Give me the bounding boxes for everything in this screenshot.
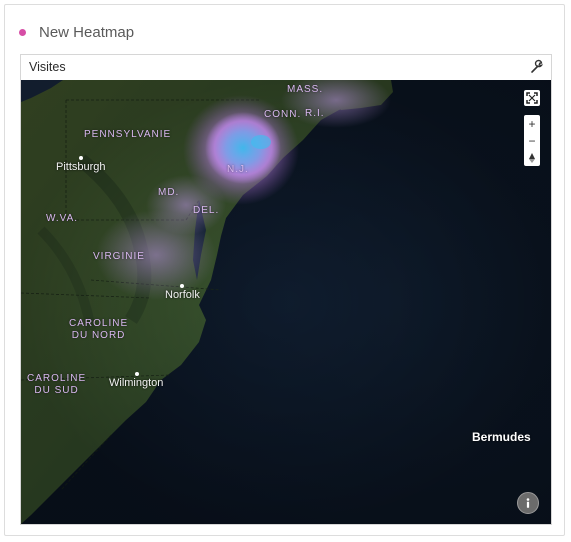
state-label-line: DU SUD	[34, 385, 79, 396]
wrench-icon[interactable]	[529, 59, 545, 75]
metric-label: Visites	[29, 60, 66, 74]
state-label-ri: R.I.	[305, 108, 325, 119]
city-marker	[135, 372, 139, 376]
map-panel: Visites MASS. CONN. R.I. PENNSYLVANIE N.…	[20, 54, 552, 525]
state-label-pennsylvanie: PENNSYLVANIE	[84, 129, 172, 140]
island-label-bermudes: Bermudes	[472, 430, 531, 444]
status-dot	[19, 28, 26, 36]
city-label-wilmington: Wilmington	[109, 377, 164, 389]
heatmap-widget: New Heatmap Visites MASS. CONN. R.I. PEN…	[4, 4, 565, 536]
heatmap-map[interactable]: MASS. CONN. R.I. PENNSYLVANIE N.J. MD. D…	[21, 80, 551, 524]
fullscreen-icon[interactable]	[524, 90, 540, 106]
map-base	[21, 80, 551, 524]
state-label-line: DU NORD	[71, 330, 126, 341]
state-label-caroline-du-sud: CAROLINE DU SUD	[27, 373, 86, 397]
city-marker	[79, 156, 83, 160]
compass-icon[interactable]	[524, 149, 540, 166]
city-label-pittsburgh: Pittsburgh	[56, 161, 106, 173]
panel-toolbar: Visites	[21, 55, 551, 79]
state-label-mass: MASS.	[287, 84, 324, 95]
zoom-controls: + −	[524, 115, 540, 166]
widget-header: New Heatmap	[19, 21, 134, 43]
city-label-norfolk: Norfolk	[165, 289, 200, 301]
state-label-nj: N.J.	[227, 164, 249, 175]
state-label-caroline-du-nord: CAROLINE DU NORD	[69, 318, 128, 342]
widget-title[interactable]: New Heatmap	[39, 24, 134, 41]
state-label-conn: CONN.	[264, 109, 302, 120]
state-label-md: MD.	[158, 187, 180, 198]
zoom-in-button[interactable]: +	[524, 115, 540, 132]
info-icon[interactable]	[517, 492, 539, 514]
state-label-wva: W.VA.	[46, 213, 79, 224]
state-label-line: CAROLINE	[69, 318, 129, 329]
zoom-out-button[interactable]: −	[524, 132, 540, 149]
state-label-virginie: VIRGINIE	[93, 251, 145, 262]
city-marker	[180, 284, 184, 288]
state-label-line: CAROLINE	[27, 373, 87, 384]
state-label-del: DEL.	[193, 205, 220, 216]
